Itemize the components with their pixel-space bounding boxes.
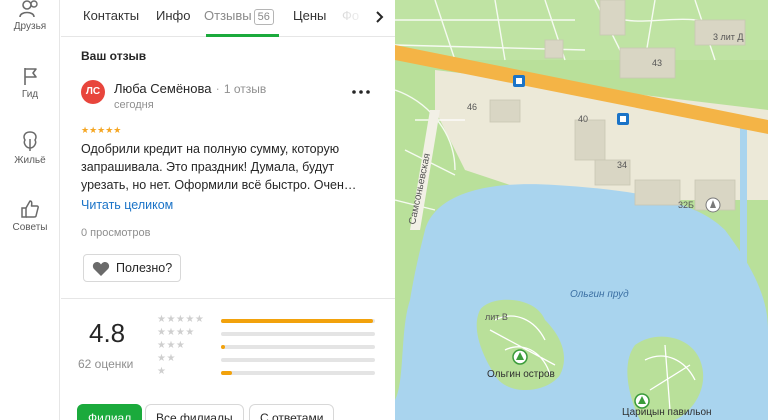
filter-chip-with-answers[interactable]: С ответами — [249, 404, 335, 420]
distribution-stars: ★★★★★ — [157, 314, 205, 325]
distribution-track — [221, 358, 375, 362]
divider — [61, 298, 395, 299]
rail-label: Друзья — [13, 21, 47, 32]
tab-info[interactable]: Инфо — [156, 8, 190, 23]
tab-reviews[interactable]: Отзывы 56 — [204, 8, 274, 25]
rail-item-friends[interactable]: Друзья — [0, 0, 60, 32]
pavilion-marker-icon[interactable] — [634, 393, 650, 409]
more-options-button[interactable] — [351, 84, 371, 100]
distribution-stars: ★ — [157, 366, 167, 377]
left-rail: Друзья Гид Жильё Советы — [0, 0, 60, 420]
building-icon — [23, 131, 37, 151]
map-label-32b: 32Б — [678, 200, 694, 210]
filter-chip-all-branches[interactable]: Все филиалы — [145, 404, 244, 420]
rail-item-guide[interactable]: Гид — [0, 66, 60, 100]
filter-chip-branch[interactable]: Филиал — [77, 404, 143, 420]
tab-prices[interactable]: Цены — [293, 8, 326, 23]
rail-label: Гид — [21, 89, 39, 100]
map-label-46: 46 — [467, 102, 477, 112]
review-date: сегодня — [114, 99, 154, 111]
distribution-fill — [221, 371, 232, 375]
rating-value: 4.8 — [89, 318, 126, 348]
useful-button[interactable]: Полезно? — [83, 254, 181, 282]
review-text: Одобрили кредит на полную сумму, которую… — [81, 142, 357, 192]
bus-stop-icon[interactable] — [513, 75, 525, 87]
review-stars: ★★★★★ — [81, 125, 122, 135]
park-marker-icon[interactable] — [512, 349, 528, 365]
more-dots-icon — [352, 90, 370, 94]
distribution-row-2[interactable]: ★★ — [157, 353, 377, 366]
flag-icon — [24, 68, 37, 85]
tab-reviews-label: Отзывы — [204, 8, 252, 23]
distribution-track — [221, 319, 375, 323]
useful-label: Полезно? — [116, 261, 173, 275]
chevron-right-icon — [376, 11, 384, 23]
distribution-track — [221, 345, 375, 349]
distribution-row-3[interactable]: ★★★ — [157, 340, 377, 353]
map-canvas[interactable]: Самсоньевская Ольгин пруд Ольгин остров … — [395, 0, 768, 420]
map-label-pond: Ольгин пруд — [570, 289, 629, 300]
distribution-fill — [221, 319, 373, 323]
active-tab-indicator — [206, 34, 279, 37]
distribution-stars: ★★★ — [157, 340, 186, 351]
author-review-count: 1 отзыв — [223, 82, 267, 96]
section-title: Ваш отзыв — [81, 49, 147, 63]
distribution-track — [221, 332, 375, 336]
monument-marker-icon[interactable] — [705, 197, 721, 213]
distribution-stars: ★★★★ — [157, 327, 195, 338]
rail-item-housing[interactable]: Жильё — [0, 130, 60, 166]
map-label-lit-b: лит В — [485, 312, 508, 322]
friends-icon — [19, 0, 38, 18]
thumbs-up-icon — [21, 200, 39, 218]
tabs-next-button[interactable] — [367, 5, 391, 29]
map-label-43: 43 — [652, 58, 662, 68]
tab-bar: Контакты Инфо Отзывы56 Цены Фо — [61, 0, 395, 37]
rail-label: Жильё — [14, 155, 46, 166]
distribution-stars: ★★ — [157, 353, 176, 364]
avatar[interactable]: ЛС — [81, 80, 105, 104]
rail-item-tips[interactable]: Советы — [0, 199, 60, 233]
reviews-count-badge: 56 — [253, 9, 274, 25]
map-view[interactable]: Самсоньевская Ольгин пруд Ольгин остров … — [395, 0, 768, 420]
map-label-pavilion: Царицын павильон — [622, 407, 712, 418]
review-panel: Контакты Инфо Отзывы56 Цены Фо Ваш отзыв… — [61, 0, 395, 420]
map-label-island: Ольгин остров — [487, 369, 555, 380]
distribution-track — [221, 371, 375, 375]
heart-icon — [92, 262, 110, 276]
map-label-34: 34 — [617, 160, 627, 170]
map-label-40: 40 — [578, 114, 588, 124]
read-more-link[interactable]: Читать целиком — [81, 198, 173, 212]
rating-count: 62 оценки — [78, 357, 134, 371]
tab-contacts[interactable]: Контакты — [83, 8, 139, 23]
rail-label: Советы — [12, 222, 48, 233]
author-line: Люба Семёнова · 1 отзыв — [114, 81, 267, 96]
author-name[interactable]: Люба Семёнова — [114, 81, 211, 96]
distribution-row-4[interactable]: ★★★★ — [157, 327, 377, 340]
distribution-row-1[interactable]: ★ — [157, 366, 377, 379]
distribution-row-5[interactable]: ★★★★★ — [157, 314, 377, 327]
views-count: 0 просмотров — [81, 227, 151, 239]
distribution-fill — [221, 345, 225, 349]
map-label-lit-d: 3 лит Д — [713, 32, 744, 42]
bus-stop-icon[interactable] — [617, 113, 629, 125]
